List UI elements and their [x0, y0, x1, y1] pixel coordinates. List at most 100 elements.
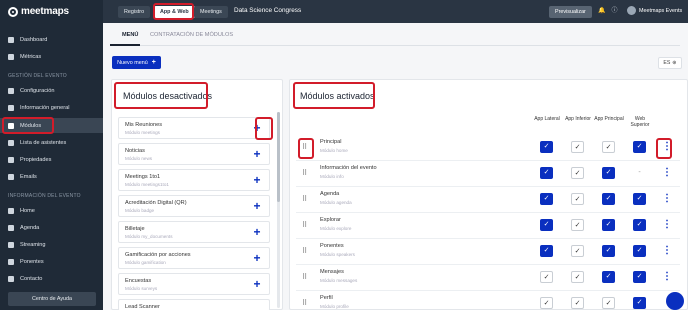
chat-bubble-icon[interactable] — [666, 292, 684, 310]
highlight-kebab — [656, 138, 672, 159]
module-sub: Módulo speakers — [320, 252, 355, 257]
checkbox-app-inferior[interactable]: ✓ — [571, 193, 584, 205]
meetmaps-logo[interactable]: meetmaps — [8, 6, 69, 17]
sidebar-item-informacion-general[interactable]: Información general — [0, 100, 103, 115]
event-title: Data Science Congress — [234, 7, 302, 14]
sidebar-item-streaming[interactable]: Streaming — [0, 237, 103, 252]
tab-contratacion[interactable]: CONTRATACIÓN DE MÓDULOS — [150, 32, 233, 38]
module-sub: Módulo news — [125, 156, 153, 161]
user-name: Meetmaps Events — [639, 7, 683, 14]
checkbox-app-inferior[interactable]: ✓ — [571, 167, 584, 179]
col-web-superior: Web Superior — [630, 116, 650, 128]
more-options-icon[interactable]: ⋮ — [662, 245, 672, 257]
module-sub: Módulo agenda — [320, 200, 352, 205]
checkbox-app-lateral[interactable]: ✓ — [540, 167, 553, 179]
globe-icon: ⊕ — [672, 60, 677, 66]
drag-handle-icon[interactable]: ⠿ — [302, 247, 308, 256]
checkbox-app-lateral[interactable]: ✓ — [540, 219, 553, 231]
new-menu-label: Nuevo menú — [117, 59, 148, 66]
drag-handle-icon[interactable]: ⠿ — [302, 273, 308, 282]
module-name: Agenda — [320, 191, 340, 197]
checkbox-app-lateral[interactable]: ✓ — [540, 297, 553, 309]
checkbox-web-superior[interactable]: ✓ — [633, 193, 646, 205]
add-module-button[interactable]: + — [251, 200, 263, 212]
chart-icon — [8, 53, 14, 60]
sidebar-item-label: Dashboard — [20, 36, 48, 43]
sidebar-item-label: Información general — [20, 104, 70, 111]
sidebar-item-configuracion[interactable]: Configuración — [0, 83, 103, 98]
sidebar-item-dashboard[interactable]: Dashboard — [0, 32, 103, 47]
checkbox-app-lateral[interactable]: ✓ — [540, 141, 553, 153]
scrollbar-thumb[interactable] — [277, 112, 280, 202]
checkbox-app-inferior[interactable]: ✓ — [571, 271, 584, 283]
drag-handle-icon[interactable]: ⠿ — [302, 169, 308, 178]
list-item: Encuestas Módulo surveys + — [118, 273, 270, 295]
sidebar-item-label: Lista de asistentes — [20, 139, 67, 146]
sidebar-item-label: Agenda — [20, 224, 40, 231]
checkbox-app-principal[interactable]: ✓ — [602, 271, 615, 283]
checkbox-app-lateral[interactable]: ✓ — [540, 193, 553, 205]
module-sub: Módulo surveys — [125, 286, 158, 291]
lang-label: ES — [663, 60, 671, 66]
module-sub: Módulo home — [320, 148, 348, 153]
checkbox-app-principal[interactable]: ✓ — [602, 245, 615, 257]
add-module-button[interactable]: + — [251, 226, 263, 238]
sidebar-item-emails[interactable]: Emails — [0, 169, 103, 184]
checkbox-app-lateral[interactable]: ✓ — [540, 271, 553, 283]
checkbox-app-inferior[interactable]: ✓ — [571, 219, 584, 231]
stream-icon — [8, 241, 14, 248]
tab-meetings[interactable]: Meetings — [194, 6, 228, 18]
more-options-icon[interactable]: ⋮ — [662, 193, 672, 205]
checkbox-web-superior[interactable]: ✓ — [633, 245, 646, 257]
section-informacion: INFORMACIÓN DEL EVENTO — [8, 193, 81, 199]
checkbox-web-superior[interactable]: ✓ — [633, 219, 646, 231]
add-module-button[interactable]: + — [251, 174, 263, 186]
drag-handle-icon[interactable]: ⠿ — [302, 299, 308, 308]
more-options-icon[interactable]: ⋮ — [662, 219, 672, 231]
sidebar-item-lista-asistentes[interactable]: Lista de asistentes — [0, 135, 103, 150]
drag-handle-icon[interactable]: ⠿ — [302, 221, 308, 230]
add-module-button[interactable]: + — [251, 252, 263, 264]
add-module-button[interactable]: + — [251, 278, 263, 290]
bell-icon[interactable]: 🔔 — [598, 8, 605, 15]
checkbox-app-inferior[interactable]: ✓ — [571, 245, 584, 257]
people-icon — [8, 139, 14, 146]
left-scrollbar[interactable] — [277, 112, 280, 308]
preview-button[interactable]: Previsualizar — [549, 6, 592, 18]
sidebar-item-agenda[interactable]: Agenda — [0, 220, 103, 235]
tab-registro[interactable]: Registro — [118, 6, 151, 18]
tab-menu[interactable]: MENÚ — [122, 32, 138, 38]
add-module-button[interactable]: + — [251, 148, 263, 160]
checkbox-app-principal[interactable]: ✓ — [602, 193, 615, 205]
checkbox-app-principal[interactable]: ✓ — [602, 167, 615, 179]
checkbox-web-superior[interactable]: ✓ — [633, 297, 646, 309]
sidebar-item-metricas[interactable]: Métricas — [0, 49, 103, 64]
checkbox-app-principal[interactable]: ✓ — [602, 297, 615, 309]
sidebar-item-contacto[interactable]: Contacto — [0, 271, 103, 286]
sidebar-item-ponentes[interactable]: Ponentes — [0, 254, 103, 269]
checkbox-app-lateral[interactable]: ✓ — [540, 245, 553, 257]
more-options-icon[interactable]: ⋮ — [662, 271, 672, 283]
sidebar-item-propiedades[interactable]: Propiedades — [0, 152, 103, 167]
drag-handle-icon[interactable]: ⠿ — [302, 195, 308, 204]
more-options-icon[interactable]: ⋮ — [662, 167, 672, 179]
checkbox-web-superior[interactable]: ✓ — [633, 141, 646, 153]
info-icon[interactable]: ⓘ — [611, 8, 618, 15]
home-icon — [8, 207, 14, 214]
highlight-active-title — [293, 82, 375, 109]
checkbox-app-inferior[interactable]: ✓ — [571, 297, 584, 309]
highlight-add-button — [255, 117, 273, 140]
checkbox-app-principal[interactable]: ✓ — [602, 141, 615, 153]
checkbox-app-inferior[interactable]: ✓ — [571, 141, 584, 153]
user-menu[interactable]: Meetmaps Events — [627, 6, 682, 15]
module-name: Perfil — [320, 295, 333, 301]
table-row: ⠿ Ponentes Módulo speakers ✓ ✓ ✓ ✓ ⋮ — [296, 239, 680, 265]
checkbox-web-superior[interactable]: ✓ — [633, 271, 646, 283]
checkbox-app-principal[interactable]: ✓ — [602, 219, 615, 231]
gear-icon — [8, 87, 14, 94]
language-selector[interactable]: ES ⊕ — [658, 57, 682, 69]
sidebar-item-home[interactable]: Home — [0, 203, 103, 218]
new-menu-button[interactable]: Nuevo menú + — [112, 56, 161, 69]
module-sub: Módulo explore — [320, 226, 352, 231]
help-center-button[interactable]: Centro de Ayuda — [8, 292, 96, 306]
